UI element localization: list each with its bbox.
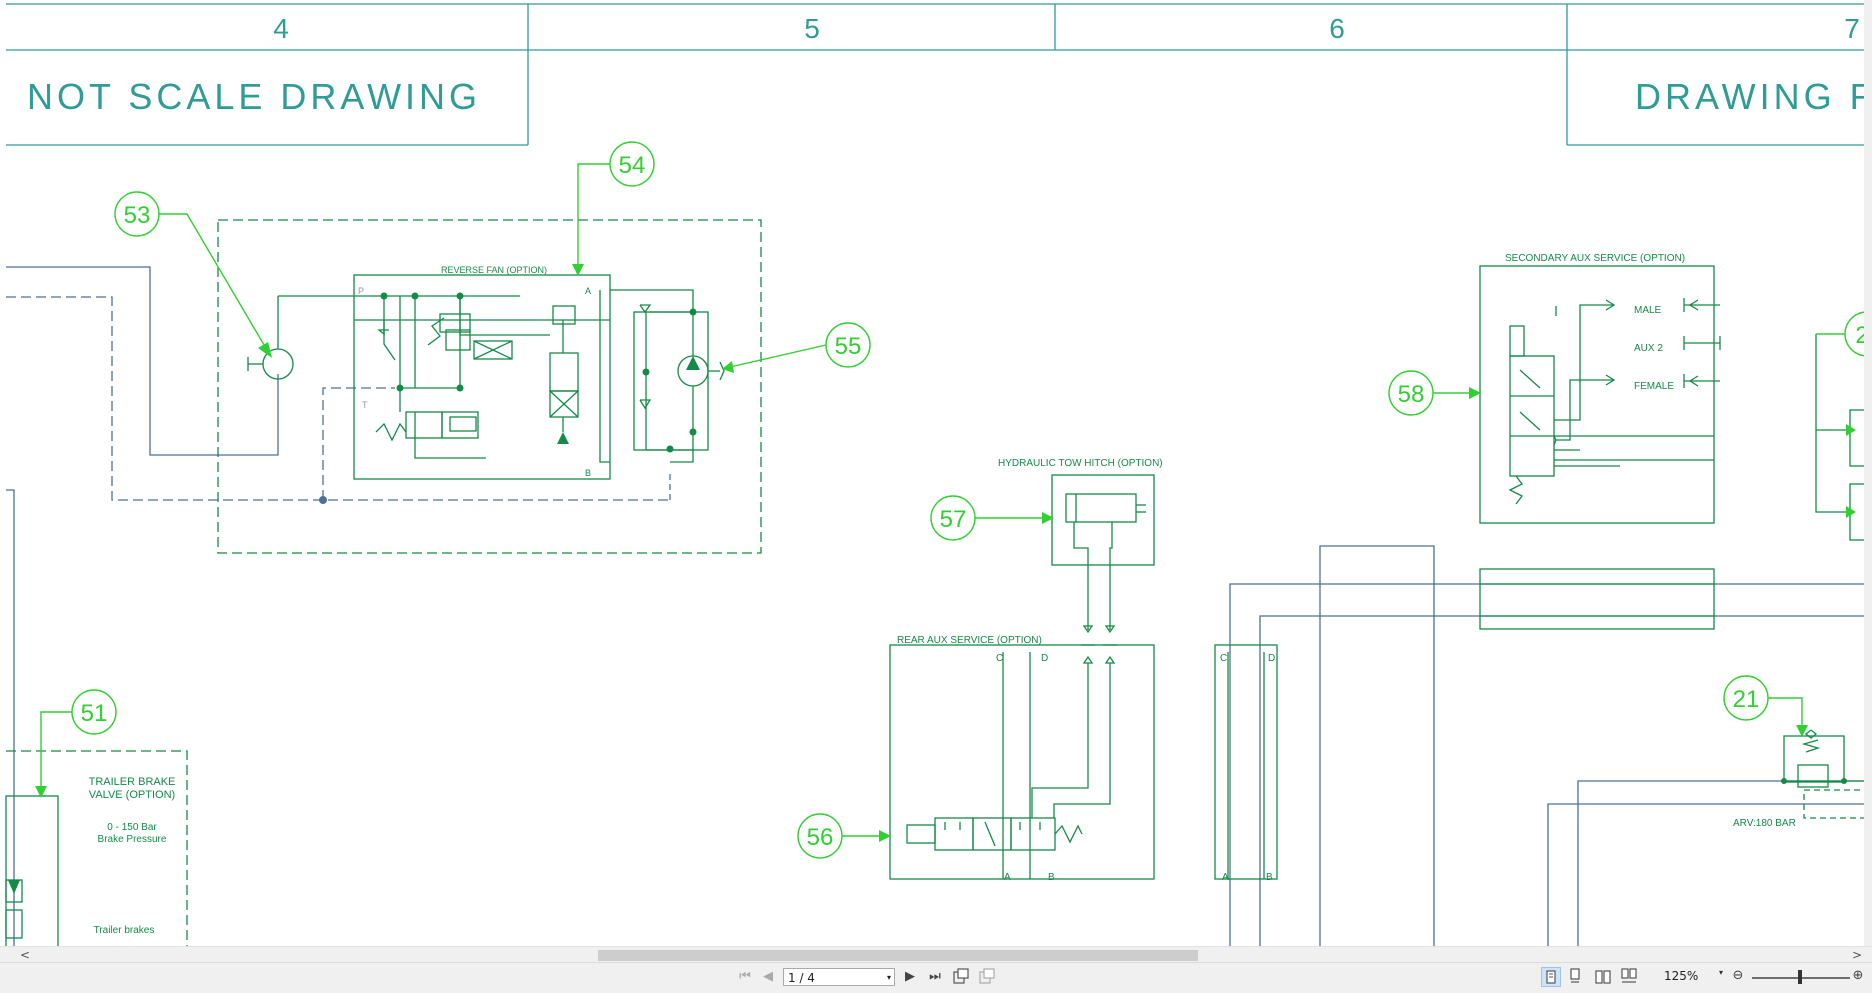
male-label: MALE [1634,305,1662,316]
first-page-button[interactable]: ⏮ [736,967,754,987]
hydraulic-schematic: 4 5 6 7 NOT SCALE DRAWING DRAWING R REVE… [5,3,1872,946]
horizontal-scrollbar[interactable]: < > [0,946,1872,963]
last-page-button[interactable]: ⏭ [926,967,944,987]
document-viewport[interactable]: 4 5 6 7 NOT SCALE DRAWING DRAWING R REVE… [0,0,1872,993]
port-a-label: A [585,286,591,296]
drawing-r-text: DRAWING R [1635,76,1872,117]
zoom-slider-thumb[interactable] [1798,970,1802,984]
port-b-label: B [585,468,591,478]
rear-port-b: B [1048,872,1055,883]
callout-55: 55 [835,333,862,360]
viewer-toolbar: ⏮ ◀ 1 / 4 ▾ ▶ ⏭ 125% ▾ ⊖ ⊕ [0,962,1872,993]
trailer-brake-title-1: TRAILER BRAKE [89,776,176,788]
rotate-page-icon[interactable] [952,968,970,986]
continuous-view-icon[interactable] [1566,968,1584,986]
zoom-in-icon[interactable]: ⊕ [1850,966,1866,986]
rear-aux-circuit [889,644,1155,880]
scroll-left-icon[interactable]: < [20,947,30,963]
horizontal-scroll-thumb[interactable] [598,950,1198,961]
side-port-a: A [1222,872,1229,883]
callout-54: 54 [619,152,646,179]
secondary-aux-circuit [1479,265,1721,630]
rear-port-d: D [1041,653,1048,664]
callout-53: 53 [124,202,151,229]
aux2-label: AUX 2 [1634,343,1663,354]
brake-pressure-range: 0 - 150 Bar [107,822,157,833]
column-4-label: 4 [273,13,289,44]
port-t-label: T [362,400,368,410]
rear-port-a: A [1004,872,1011,883]
rear-port-c: C [996,653,1003,664]
reverse-fan-title: REVERSE FAN (OPTION) [441,265,547,275]
column-7-label: 7 [1844,13,1860,44]
page-indicator: 1 / 4 [788,971,815,985]
column-6-label: 6 [1329,13,1345,44]
tow-hitch-circuit [1031,474,1155,818]
rear-aux-title: REAR AUX SERVICE (OPTION) [897,635,1042,646]
copy-page-icon[interactable] [978,968,996,986]
single-page-view-icon[interactable] [1541,967,1561,987]
callout-57: 57 [940,506,967,533]
side-port-box [1214,644,1278,880]
zoom-dropdown-icon[interactable]: ▾ [1719,968,1723,977]
pipe-lines [6,266,1866,946]
arv-circuit [1783,729,1867,819]
not-scale-drawing-text: NOT SCALE DRAWING [27,76,481,117]
arv-label: ARV:180 BAR [1733,818,1796,829]
next-page-button[interactable]: ▶ [902,967,918,987]
side-port-c: C [1220,653,1227,664]
page-dropdown-icon[interactable]: ▾ [887,969,891,987]
port-p-label: P [358,286,364,296]
callout-51: 51 [81,700,108,727]
side-port-d: D [1268,653,1275,664]
vertical-scrollbar[interactable] [1864,0,1872,946]
two-page-view-icon[interactable] [1594,968,1612,986]
callout-58: 58 [1398,381,1425,408]
previous-page-button[interactable]: ◀ [760,967,776,987]
tow-hitch-title: HYDRAULIC TOW HITCH (OPTION) [998,458,1163,469]
scroll-right-icon[interactable]: > [1852,947,1862,963]
female-label: FEMALE [1634,381,1674,392]
zoom-level-value[interactable]: 125% [1664,969,1698,983]
page-number-field[interactable]: 1 / 4 ▾ [783,968,895,986]
right-edge-circuit [1815,334,1867,541]
callout-21: 21 [1733,686,1760,713]
trailer-brakes-label: Trailer brakes [94,925,155,936]
callout-56: 56 [807,824,834,851]
brake-pressure-label: Brake Pressure [98,834,167,845]
reverse-fan-nodes [380,292,700,453]
side-port-b: B [1266,872,1273,883]
secondary-aux-title: SECONDARY AUX SERVICE (OPTION) [1505,253,1685,264]
column-5-label: 5 [804,13,820,44]
two-page-continuous-view-icon[interactable] [1620,968,1638,986]
trailer-brake-title-2: VALVE (OPTION) [89,789,175,801]
zoom-out-icon[interactable]: ⊖ [1730,966,1746,986]
